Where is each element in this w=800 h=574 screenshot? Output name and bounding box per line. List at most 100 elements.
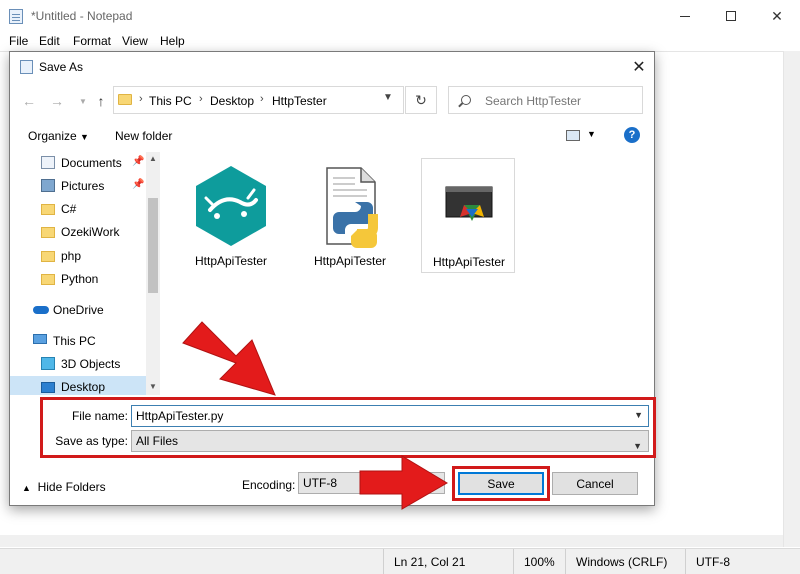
forward-button[interactable]: → [48,92,66,110]
nav-label: OneDrive [53,303,104,317]
menu-format[interactable]: Format [73,34,111,48]
encoding-select[interactable]: UTF-8 [298,472,445,494]
dialog-icon [20,60,33,74]
chevron-down-icon: ▼ [79,96,87,106]
chevron-up-icon[interactable]: ▲ [149,154,157,163]
notepad-titlebar: *Untitled - Notepad ✕ [0,0,800,32]
pin-icon[interactable]: 📌 [132,179,144,190]
menu-view[interactable]: View [122,34,148,48]
notepad-icon [9,9,23,24]
computer-icon [33,334,47,344]
arrow-left-icon: ← [22,93,36,109]
nav-item-php[interactable]: php [10,245,146,267]
close-button[interactable]: ✕ [754,0,800,32]
menu-help[interactable]: Help [160,34,185,48]
breadcrumb-this-pc[interactable]: This PC [149,94,192,108]
cube-icon [41,357,55,370]
nav-item-onedrive[interactable]: OneDrive [10,299,146,321]
nav-label: 3D Objects [61,357,121,371]
chevron-right-icon: › [260,93,264,105]
nav-label: Python [61,272,99,286]
menubar: File Edit Format View Help [0,32,800,51]
encoding-value: UTF-8 [303,476,337,490]
help-icon[interactable]: ? [624,127,640,143]
nav-item-ozekiwork[interactable]: OzekiWork [10,221,146,243]
organize-button[interactable]: Organize ▼ [28,129,89,143]
search-box[interactable] [448,86,643,114]
nav-label: OzekiWork [61,225,120,239]
chevron-down-icon[interactable]: ▼ [587,129,596,139]
chevron-down-icon[interactable]: ▼ [383,92,393,103]
nav-label: This PC [53,334,96,348]
refresh-button[interactable]: ↻ [405,86,437,114]
up-button[interactable]: ↑ [92,92,110,110]
save-button[interactable]: Save [458,472,544,495]
chevron-down-icon[interactable]: ▼ [149,382,157,391]
search-input[interactable] [485,92,635,110]
maximize-icon [726,11,736,21]
scrollbar-thumb[interactable] [148,198,158,293]
cancel-button[interactable]: Cancel [552,472,638,495]
editor-horizontal-scrollbar[interactable] [0,535,783,547]
dialog-close-button[interactable]: ✕ [624,52,654,82]
encoding-label: Encoding: [242,478,296,492]
filename-label: File name: [71,409,128,423]
dialog-toolbar: Organize ▼ New folder ▼ ? [10,122,654,150]
maximize-button[interactable] [708,0,754,32]
address-row: ← → ▼ ↑ › This PC › Desktop › HttpTester… [10,86,654,116]
menu-file[interactable]: File [9,34,28,48]
nav-item-csharp[interactable]: C# [10,198,146,220]
arrow-up-icon: ↑ [97,93,105,109]
folder-icon [41,204,55,215]
close-icon: ✕ [771,7,783,24]
nav-item-this-pc[interactable]: This PC [10,330,146,352]
save-type-value: All Files [136,434,179,448]
nav-label: Pictures [61,179,105,193]
chevron-down-icon: ▼ [80,132,89,142]
close-icon: ✕ [632,59,646,76]
menu-edit[interactable]: Edit [39,34,60,48]
file-item-app[interactable]: HttpApiTester [421,158,515,273]
save-type-label: Save as type: [55,434,128,448]
breadcrumb-httptester[interactable]: HttpTester [272,94,327,108]
gecko-app-icon [196,166,266,246]
hide-folders-button[interactable]: ▲ Hide Folders [22,480,106,494]
nav-item-desktop[interactable]: Desktop [10,376,146,395]
nav-pane-scrollbar[interactable]: ▲ ▼ [146,152,160,395]
editor-vertical-scrollbar[interactable] [783,51,800,547]
nav-item-pictures[interactable]: Pictures 📌 [10,175,146,197]
chevron-down-icon[interactable]: ▼ [634,410,643,420]
folder-icon [41,251,55,262]
navigation-pane: Documents 📌 Pictures 📌 C# OzekiWork php … [10,152,160,395]
cloud-icon [33,306,49,314]
recent-locations-button[interactable]: ▼ [74,92,92,110]
hide-folders-label: Hide Folders [37,480,106,494]
nav-label: php [61,249,82,263]
new-folder-button[interactable]: New folder [115,129,172,143]
nav-item-python[interactable]: Python [10,268,146,290]
file-item-gecko[interactable]: HttpApiTester [184,158,278,273]
nav-item-documents[interactable]: Documents 📌 [10,152,146,174]
file-item-python[interactable]: HttpApiTester [303,158,397,273]
filename-input[interactable] [131,405,649,427]
app-window-icon [445,186,493,221]
dialog-footer: ▲ Hide Folders Encoding: UTF-8 Save Canc… [10,466,654,505]
file-label: HttpApiTester [432,255,506,269]
nav-label: C# [61,202,77,216]
minimize-button[interactable] [662,0,708,32]
nav-item-3d-objects[interactable]: 3D Objects [10,353,146,375]
search-icon [461,95,471,105]
dialog-titlebar: Save As ✕ [10,52,654,82]
pin-icon[interactable]: 📌 [132,156,144,167]
chevron-down-icon: ▼ [633,441,642,451]
python-file-icon [326,167,378,248]
file-label: HttpApiTester [194,254,268,268]
address-bar[interactable]: › This PC › Desktop › HttpTester ▼ [113,86,404,114]
filename-row: File name: ▼ [10,405,654,427]
breadcrumb-desktop[interactable]: Desktop [210,94,254,108]
save-type-select[interactable]: All Files ▼ [131,430,649,452]
nav-label: Documents [61,156,122,170]
back-button[interactable]: ← [20,92,38,110]
view-options-icon[interactable] [566,130,580,141]
folder-icon [41,227,55,238]
